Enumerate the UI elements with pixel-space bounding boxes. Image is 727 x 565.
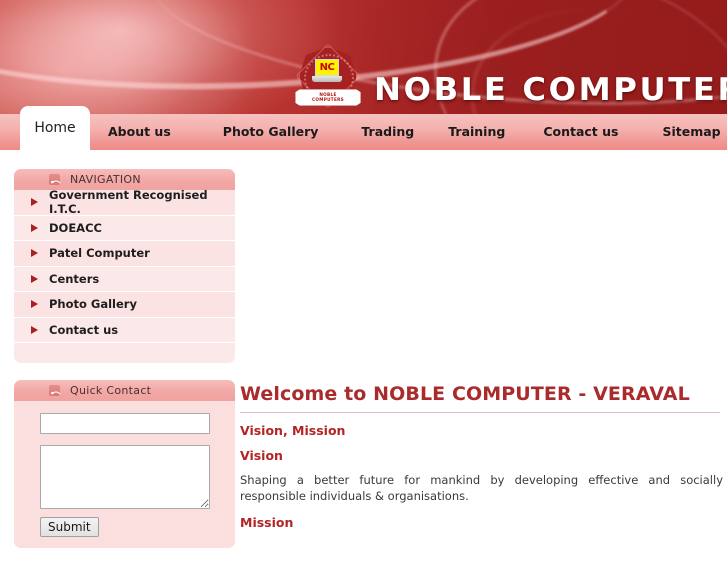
sidebar: NAVIGATION Government Recognised I.T.C. … — [14, 169, 235, 565]
quick-contact-panel-title: Quick Contact — [70, 384, 152, 397]
heading-vision: Vision — [240, 447, 283, 463]
rss-feed-icon — [49, 174, 60, 185]
navigation-panel-title: NAVIGATION — [70, 173, 141, 186]
laptop-screen: NC — [315, 59, 339, 76]
nav-item-sitemap[interactable]: Sitemap — [662, 114, 720, 150]
navigation-panel: NAVIGATION Government Recognised I.T.C. … — [14, 169, 235, 363]
navigation-panel-footer — [14, 343, 235, 363]
logo-monogram: NC — [319, 61, 335, 73]
nav-item-photo-gallery[interactable]: Photo Gallery — [223, 114, 319, 150]
quick-contact-name-input[interactable] — [40, 413, 210, 434]
logo-ribbon: NOBLE COMPUTERS — [295, 89, 361, 106]
main-navigation-bar: Home About us Photo Gallery Trading Trai… — [0, 106, 727, 150]
sidebar-item-doeacc[interactable]: DOEACC — [14, 215, 235, 241]
nav-item-contact-us[interactable]: Contact us — [543, 114, 618, 150]
laptop-base — [312, 76, 342, 82]
company-logo[interactable]: NC NOBLE COMPUTERS — [293, 43, 363, 110]
site-header-banner: NC NOBLE COMPUTERS NOBLE COMPUTERS — [0, 0, 727, 114]
rss-feed-icon — [49, 385, 60, 396]
heading-mission: Mission — [240, 514, 294, 530]
logo-ribbon-line2: COMPUTERS — [312, 96, 344, 102]
sidebar-item-centers[interactable]: Centers — [14, 266, 235, 292]
nav-item-training[interactable]: Training — [448, 114, 505, 150]
sidebar-link-list: Government Recognised I.T.C. DOEACC Pate… — [14, 188, 235, 343]
nav-item-home[interactable]: Home — [20, 106, 90, 150]
quick-contact-submit-button[interactable]: Submit — [40, 517, 99, 537]
sidebar-item-contact-us[interactable]: Contact us — [14, 317, 235, 343]
quick-contact-panel: Quick Contact Submit — [14, 380, 235, 548]
sidebar-item-government-recognised-itc[interactable]: Government Recognised I.T.C. — [14, 188, 235, 216]
brand-title: NOBLE COMPUTERS — [374, 72, 727, 108]
page-body: NAVIGATION Government Recognised I.T.C. … — [0, 150, 727, 548]
nav-list: Home About us Photo Gallery Trading Trai… — [0, 106, 727, 150]
laptop-icon: NC — [312, 59, 342, 85]
section-label-vision-mission: Vision, Mission — [240, 422, 346, 438]
sidebar-item-patel-computer[interactable]: Patel Computer — [14, 241, 235, 267]
sidebar-item-photo-gallery[interactable]: Photo Gallery — [14, 292, 235, 318]
nav-item-about-us[interactable]: About us — [108, 114, 171, 150]
quick-contact-message-textarea[interactable] — [40, 445, 210, 509]
main-content: Welcome to NOBLE COMPUTER - VERAVAL Visi… — [240, 383, 727, 539]
vision-paragraph: Shaping a better future for mankind by d… — [240, 472, 723, 504]
nav-item-trading[interactable]: Trading — [361, 114, 414, 150]
title-divider — [240, 411, 720, 413]
quick-contact-form: Submit — [14, 401, 235, 548]
navigation-panel-header: NAVIGATION — [14, 169, 235, 190]
quick-contact-panel-header: Quick Contact — [14, 380, 235, 401]
page-title: Welcome to NOBLE COMPUTER - VERAVAL — [240, 383, 690, 405]
